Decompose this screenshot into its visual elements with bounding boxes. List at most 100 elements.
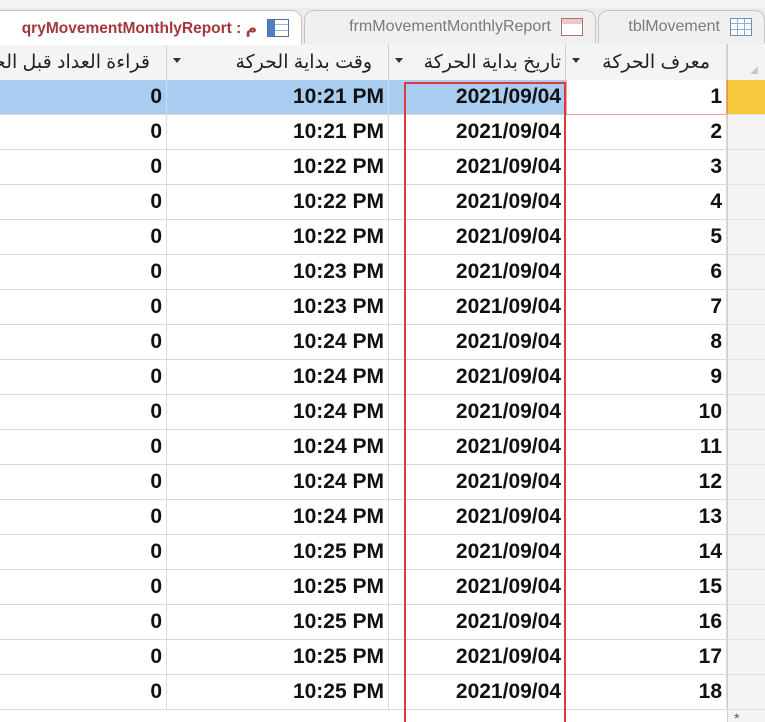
table-row[interactable]: 0 10:24 PM 2021/09/04 8 bbox=[0, 325, 765, 360]
cell-id[interactable]: 2 bbox=[566, 115, 727, 150]
cell-id[interactable]: 18 bbox=[566, 675, 727, 710]
cell-start-time[interactable]: 10:24 PM bbox=[167, 430, 389, 465]
table-row[interactable]: 0 10:24 PM 2021/09/04 13 bbox=[0, 500, 765, 535]
record-selector[interactable] bbox=[727, 115, 765, 150]
cell-id[interactable]: 5 bbox=[566, 220, 727, 255]
record-selector[interactable] bbox=[727, 360, 765, 395]
cell-reading[interactable]: 0 bbox=[0, 115, 167, 150]
cell-reading[interactable]: 0 bbox=[0, 290, 167, 325]
record-selector[interactable] bbox=[727, 430, 765, 465]
cell-start-time[interactable]: 10:25 PM bbox=[167, 640, 389, 675]
cell-start-time[interactable]: 10:22 PM bbox=[167, 185, 389, 220]
cell-start-date[interactable]: 2021/09/04 bbox=[389, 290, 566, 325]
cell-start-time[interactable]: 10:25 PM bbox=[167, 605, 389, 640]
new-record-selector[interactable] bbox=[727, 710, 765, 722]
cell-id[interactable]: 8 bbox=[566, 325, 727, 360]
cell-reading[interactable]: 0 bbox=[0, 80, 167, 115]
tab-qryMovementMonthlyReport[interactable]: qryMovementMonthlyReport : م bbox=[0, 10, 302, 45]
cell-id[interactable]: 17 bbox=[566, 640, 727, 675]
cell-start-time[interactable]: 10:24 PM bbox=[167, 500, 389, 535]
cell-start-date[interactable]: 2021/09/04 bbox=[389, 115, 566, 150]
cell-id[interactable]: 9 bbox=[566, 360, 727, 395]
dropdown-arrow-icon[interactable] bbox=[395, 58, 403, 63]
cell-id[interactable]: 1 bbox=[566, 80, 727, 115]
cell-reading[interactable]: 0 bbox=[0, 675, 167, 710]
dropdown-arrow-icon[interactable] bbox=[173, 58, 181, 63]
cell-reading[interactable]: 0 bbox=[0, 430, 167, 465]
record-selector[interactable] bbox=[727, 570, 765, 605]
cell-start-time[interactable]: 10:23 PM bbox=[167, 255, 389, 290]
cell-start-date[interactable]: 2021/09/04 bbox=[389, 430, 566, 465]
cell-id[interactable]: 4 bbox=[566, 185, 727, 220]
cell-reading[interactable]: 0 bbox=[0, 465, 167, 500]
cell-start-time[interactable]: 10:22 PM bbox=[167, 220, 389, 255]
cell-id[interactable]: 11 bbox=[566, 430, 727, 465]
cell-start-date[interactable]: 2021/09/04 bbox=[389, 80, 566, 115]
cell-reading[interactable]: 0 bbox=[0, 640, 167, 675]
cell-id[interactable]: 10 bbox=[566, 395, 727, 430]
cell-reading[interactable]: 0 bbox=[0, 500, 167, 535]
cell-reading[interactable]: 0 bbox=[0, 360, 167, 395]
cell-start-date[interactable]: 2021/09/04 bbox=[389, 640, 566, 675]
column-header-id[interactable]: معرف الحركة bbox=[566, 44, 727, 80]
cell-id[interactable]: 16 bbox=[566, 605, 727, 640]
cell-start-date[interactable]: 2021/09/04 bbox=[389, 465, 566, 500]
cell-reading[interactable]: 0 bbox=[0, 570, 167, 605]
cell-start-time[interactable]: 10:21 PM bbox=[167, 115, 389, 150]
record-selector[interactable] bbox=[727, 290, 765, 325]
table-row[interactable]: 0 10:24 PM 2021/09/04 10 bbox=[0, 395, 765, 430]
column-header-reading[interactable]: قراءة العداد قبل الحركة bbox=[0, 44, 167, 80]
cell-start-time[interactable]: 10:25 PM bbox=[167, 570, 389, 605]
cell-start-time[interactable]: 10:24 PM bbox=[167, 360, 389, 395]
cell-reading[interactable]: 0 bbox=[0, 150, 167, 185]
cell-start-date[interactable]: 2021/09/04 bbox=[389, 255, 566, 290]
cell-start-date[interactable]: 2021/09/04 bbox=[389, 395, 566, 430]
cell-start-time[interactable]: 10:25 PM bbox=[167, 675, 389, 710]
cell-start-time[interactable]: 10:21 PM bbox=[167, 80, 389, 115]
cell-start-time[interactable]: 10:25 PM bbox=[167, 535, 389, 570]
cell-reading[interactable]: 0 bbox=[0, 325, 167, 360]
record-selector[interactable] bbox=[727, 465, 765, 500]
table-row[interactable]: 0 10:25 PM 2021/09/04 17 bbox=[0, 640, 765, 675]
cell-start-date[interactable]: 2021/09/04 bbox=[389, 360, 566, 395]
cell-reading[interactable]: 0 bbox=[0, 535, 167, 570]
cell-id[interactable]: 6 bbox=[566, 255, 727, 290]
cell-start-date[interactable]: 2021/09/04 bbox=[389, 220, 566, 255]
column-header-start-time[interactable]: وقت بداية الحركة bbox=[167, 44, 389, 80]
record-selector[interactable] bbox=[727, 255, 765, 290]
cell-start-time[interactable]: 10:22 PM bbox=[167, 150, 389, 185]
table-row[interactable]: 0 10:25 PM 2021/09/04 15 bbox=[0, 570, 765, 605]
table-row[interactable]: 0 10:23 PM 2021/09/04 6 bbox=[0, 255, 765, 290]
table-row[interactable]: 0 10:25 PM 2021/09/04 16 bbox=[0, 605, 765, 640]
cell-start-date[interactable]: 2021/09/04 bbox=[389, 150, 566, 185]
table-row[interactable]: 0 10:25 PM 2021/09/04 18 bbox=[0, 675, 765, 710]
cell-id[interactable]: 13 bbox=[566, 500, 727, 535]
table-row[interactable]: 0 10:24 PM 2021/09/04 12 bbox=[0, 465, 765, 500]
record-selector[interactable] bbox=[727, 220, 765, 255]
cell-reading[interactable]: 0 bbox=[0, 255, 167, 290]
cell-start-time[interactable]: 10:24 PM bbox=[167, 465, 389, 500]
select-all-button[interactable] bbox=[727, 44, 765, 80]
record-selector[interactable] bbox=[727, 605, 765, 640]
cell-id[interactable]: 3 bbox=[566, 150, 727, 185]
tab-tblMovement[interactable]: tblMovement bbox=[598, 10, 765, 43]
record-selector[interactable] bbox=[727, 640, 765, 675]
record-selector[interactable] bbox=[727, 500, 765, 535]
table-row[interactable]: 0 10:24 PM 2021/09/04 11 bbox=[0, 430, 765, 465]
table-row[interactable]: 0 10:24 PM 2021/09/04 9 bbox=[0, 360, 765, 395]
record-selector[interactable] bbox=[727, 150, 765, 185]
table-row[interactable]: 0 10:22 PM 2021/09/04 5 bbox=[0, 220, 765, 255]
record-selector[interactable] bbox=[727, 325, 765, 360]
cell-id[interactable]: 12 bbox=[566, 465, 727, 500]
record-selector[interactable] bbox=[727, 395, 765, 430]
cell-start-date[interactable]: 2021/09/04 bbox=[389, 675, 566, 710]
column-header-start-date[interactable]: تاريخ بداية الحركة bbox=[389, 44, 566, 80]
tab-frmMovementMonthlyReport[interactable]: frmMovementMonthlyReport bbox=[304, 10, 596, 43]
table-row[interactable]: 0 10:21 PM 2021/09/04 1 bbox=[0, 80, 765, 115]
table-row[interactable]: 0 10:22 PM 2021/09/04 4 bbox=[0, 185, 765, 220]
table-row[interactable]: 0 10:22 PM 2021/09/04 3 bbox=[0, 150, 765, 185]
record-selector[interactable] bbox=[727, 535, 765, 570]
cell-start-date[interactable]: 2021/09/04 bbox=[389, 500, 566, 535]
table-row[interactable]: 0 10:25 PM 2021/09/04 14 bbox=[0, 535, 765, 570]
cell-start-time[interactable]: 10:24 PM bbox=[167, 325, 389, 360]
